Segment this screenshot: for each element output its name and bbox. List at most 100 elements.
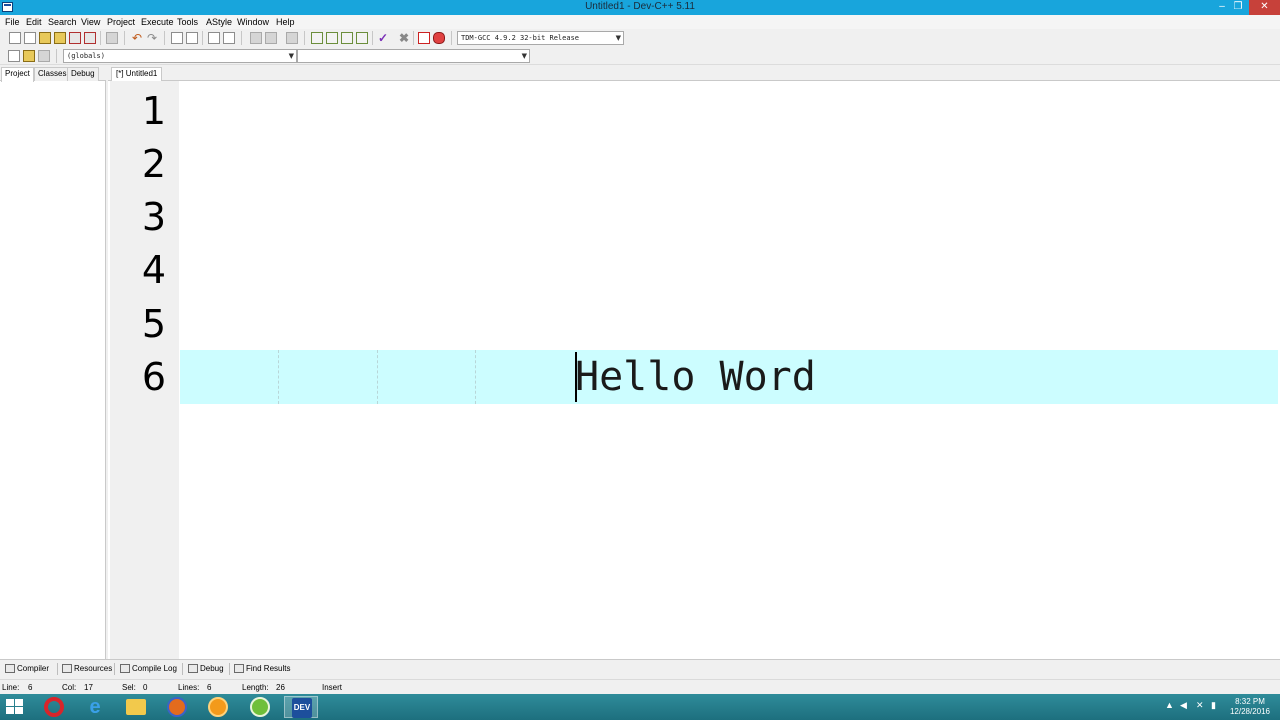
wifi-signal-icon[interactable]: ▮: [1211, 700, 1216, 711]
tab-separator: [229, 663, 230, 675]
new-file-icon[interactable]: [9, 32, 21, 44]
windows-logo-icon: [15, 707, 23, 714]
goto-line-icon[interactable]: [208, 32, 220, 44]
menu-file[interactable]: File: [5, 17, 20, 27]
print-icon[interactable]: [106, 32, 118, 44]
toggle-bookmark-icon[interactable]: [223, 32, 235, 44]
line-number: 2: [141, 142, 166, 186]
taskbar-internet-explorer[interactable]: e: [78, 696, 112, 718]
maximize-button[interactable]: ❐: [1227, 0, 1249, 15]
tab-find-results-label: Find Results: [246, 664, 291, 673]
menu-edit[interactable]: Edit: [26, 17, 42, 27]
menu-project[interactable]: Project: [107, 17, 135, 27]
firefox-icon: [167, 697, 187, 717]
menu-window[interactable]: Window: [237, 17, 269, 27]
text-cursor: [575, 352, 577, 402]
network-warning-icon[interactable]: ✕: [1196, 700, 1204, 711]
project-panel: Project Classes Debug: [0, 66, 106, 660]
toolbar-separator: [413, 31, 414, 45]
menu-execute[interactable]: Execute: [141, 17, 174, 27]
undo-icon[interactable]: ↶: [131, 32, 143, 44]
indent-icon[interactable]: [250, 32, 262, 44]
taskbar-clock[interactable]: 8:32 PM 12/28/2016: [1226, 697, 1274, 717]
compiler-select[interactable]: TDM-GCC 4.9.2 32-bit Release ▼: [457, 31, 624, 45]
windows-logo-icon: [15, 699, 23, 706]
show-hidden-icons-icon[interactable]: ▲: [1165, 700, 1174, 710]
taskbar-firefox[interactable]: [160, 696, 194, 718]
menu-search[interactable]: Search: [48, 17, 77, 27]
menu-help[interactable]: Help: [276, 17, 295, 27]
tab-debug-output[interactable]: Debug: [186, 662, 224, 676]
code-editor[interactable]: 1 2 3 4 5 6 Hello Word: [108, 81, 1280, 659]
indent-guide: [475, 350, 476, 404]
debug-check-icon: [188, 664, 198, 673]
tab-resources[interactable]: Resources: [60, 662, 112, 676]
status-sel-label: Sel:: [122, 683, 136, 692]
replace-icon[interactable]: [186, 32, 198, 44]
windows-logo-icon: [6, 707, 14, 714]
unindent-icon[interactable]: [265, 32, 277, 44]
member-select[interactable]: ▼: [297, 49, 530, 63]
line-number: 4: [141, 248, 166, 292]
goto-bookmark-icon[interactable]: [38, 50, 50, 62]
volume-icon[interactable]: ◀: [1180, 700, 1187, 711]
class-browser-icon[interactable]: [341, 32, 353, 44]
tile-windows-icon[interactable]: [356, 32, 368, 44]
tab-compile-log[interactable]: Compile Log: [118, 662, 177, 676]
scope-select[interactable]: (globals) ▼: [63, 49, 297, 63]
taskbar-devcpp[interactable]: DEV: [284, 696, 318, 718]
save-icon[interactable]: [39, 32, 51, 44]
windows-logo-icon: [6, 699, 14, 706]
close-button[interactable]: ✕: [1249, 0, 1280, 15]
find-icon[interactable]: [171, 32, 183, 44]
tab-separator: [182, 663, 183, 675]
start-button[interactable]: [6, 699, 24, 715]
left-panel-tabs: Project Classes Debug: [0, 66, 106, 82]
status-length-label: Length:: [242, 683, 269, 692]
save-all-icon[interactable]: [54, 32, 66, 44]
tab-untitled1[interactable]: [*] Untitled1: [111, 67, 163, 81]
insert-code-icon[interactable]: [8, 50, 20, 62]
tab-project[interactable]: Project: [1, 67, 34, 82]
toolbar-separator: [124, 31, 125, 45]
project-options-icon[interactable]: [326, 32, 338, 44]
close-file-icon[interactable]: [69, 32, 81, 44]
menu-tools[interactable]: Tools: [177, 17, 198, 27]
syntax-check-icon[interactable]: ✓: [377, 32, 389, 44]
tab-find-results[interactable]: Find Results: [232, 662, 290, 676]
taskbar-file-explorer[interactable]: [119, 696, 153, 718]
chevron-down-icon: ▼: [521, 52, 527, 60]
menu-astyle[interactable]: AStyle: [206, 17, 232, 27]
debug-icon[interactable]: [433, 32, 445, 44]
code-line-text[interactable]: Hello Word: [575, 350, 816, 404]
devcpp-icon: DEV: [292, 698, 312, 718]
redo-icon[interactable]: ↷: [146, 32, 158, 44]
tab-compiler[interactable]: Compiler: [3, 662, 49, 676]
output-tab-strip: Compiler Resources Compile Log Debug Fin…: [0, 659, 1280, 677]
green-app-icon: [250, 697, 270, 717]
profile-icon[interactable]: [418, 32, 430, 44]
tab-debug[interactable]: Debug: [67, 67, 99, 81]
chevron-down-icon: ▼: [288, 52, 294, 60]
taskbar-opera[interactable]: [37, 696, 71, 718]
taskbar-app-green[interactable]: [243, 696, 277, 718]
class-toolbar: (globals) ▼ ▼: [0, 47, 1280, 65]
comment-icon[interactable]: [286, 32, 298, 44]
stop-execution-icon[interactable]: ✖: [398, 32, 410, 44]
toolbar-separator: [202, 31, 203, 45]
open-file-icon[interactable]: [24, 32, 36, 44]
new-project-icon[interactable]: [311, 32, 323, 44]
line-number: 3: [141, 195, 166, 239]
tab-debug-output-label: Debug: [200, 664, 224, 673]
taskbar-app-orange[interactable]: [201, 696, 235, 718]
toggle-breakpoint-icon[interactable]: [23, 50, 35, 62]
status-line-value: 6: [28, 683, 33, 692]
status-insert-mode: Insert: [322, 683, 343, 692]
close-all-icon[interactable]: [84, 32, 96, 44]
menu-view[interactable]: View: [81, 17, 100, 27]
tab-classes[interactable]: Classes: [34, 67, 71, 81]
clock-date: 12/28/2016: [1229, 707, 1271, 716]
status-col-label: Col:: [62, 683, 77, 692]
tab-separator: [57, 663, 58, 675]
tab-separator: [114, 663, 115, 675]
